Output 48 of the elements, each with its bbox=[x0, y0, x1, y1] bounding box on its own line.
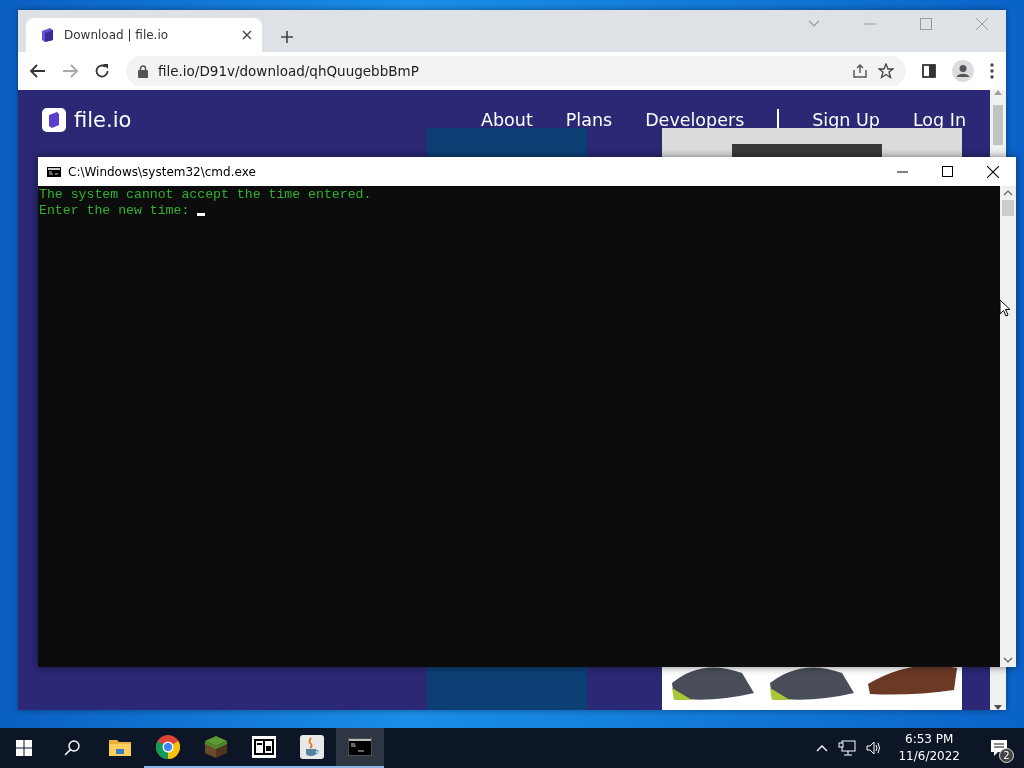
chevron-up-icon[interactable] bbox=[816, 744, 829, 752]
plus-icon[interactable] bbox=[280, 30, 294, 44]
scroll-down-icon[interactable] bbox=[994, 705, 1002, 710]
share-icon[interactable] bbox=[852, 63, 868, 79]
scroll-thumb[interactable] bbox=[1002, 200, 1014, 216]
close-icon[interactable] bbox=[987, 165, 999, 178]
minimize-icon[interactable] bbox=[897, 170, 908, 173]
text-cursor bbox=[197, 212, 206, 216]
nav-link[interactable]: Plans bbox=[565, 110, 613, 130]
lock-icon bbox=[138, 64, 148, 78]
taskbar-button[interactable] bbox=[336, 728, 384, 768]
maximize-icon[interactable] bbox=[942, 166, 953, 177]
profile-icon[interactable] bbox=[952, 60, 974, 82]
notification-count: 2 bbox=[999, 748, 1014, 763]
back-icon[interactable] bbox=[30, 64, 46, 78]
browser-logo-icon[interactable] bbox=[156, 735, 180, 759]
notification-button[interactable]: 2 bbox=[984, 733, 1014, 763]
logo-icon bbox=[42, 108, 66, 132]
scroll-down-icon[interactable] bbox=[1003, 657, 1013, 663]
nav-link[interactable]: Developers bbox=[645, 110, 745, 130]
scroll-up-icon[interactable] bbox=[1003, 190, 1013, 196]
grass-block-icon[interactable] bbox=[205, 736, 227, 758]
console-icon bbox=[47, 166, 61, 177]
console-line: Enter the new time: bbox=[39, 203, 190, 219]
speaker-icon[interactable] bbox=[866, 741, 883, 755]
tab-title: Download | file.io bbox=[64, 28, 170, 42]
scroll-up-icon bbox=[994, 90, 1002, 95]
star-icon[interactable] bbox=[878, 63, 894, 79]
reload-icon[interactable] bbox=[94, 63, 110, 79]
window-title: C:\Windows\system32\cmd.exe bbox=[68, 164, 257, 179]
search-icon[interactable] bbox=[64, 740, 80, 756]
side-panel-icon[interactable] bbox=[922, 64, 936, 78]
nav-link[interactable]: About bbox=[481, 110, 533, 130]
console-icon[interactable] bbox=[348, 738, 372, 756]
address-bar[interactable]: file.io/D91v/download/qhQuugebbBmP bbox=[126, 56, 906, 86]
folder-icon[interactable] bbox=[109, 738, 131, 756]
logo-text: file.io bbox=[74, 108, 132, 132]
menu-icon[interactable] bbox=[990, 63, 994, 79]
network-icon[interactable] bbox=[838, 740, 857, 756]
close-icon[interactable] bbox=[242, 30, 252, 40]
scroll-thumb[interactable] bbox=[993, 105, 1003, 145]
windows-icon bbox=[16, 740, 32, 756]
clock[interactable]: 6:53 PM 11/6/2022 bbox=[898, 731, 960, 765]
archive-icon[interactable] bbox=[252, 736, 276, 758]
page-icon bbox=[40, 27, 54, 43]
console-line: The system cannot accept the time entered. bbox=[39, 187, 372, 203]
scrollbar[interactable] bbox=[1000, 186, 1016, 667]
browser-tab[interactable]: Download | file.io bbox=[26, 18, 262, 52]
